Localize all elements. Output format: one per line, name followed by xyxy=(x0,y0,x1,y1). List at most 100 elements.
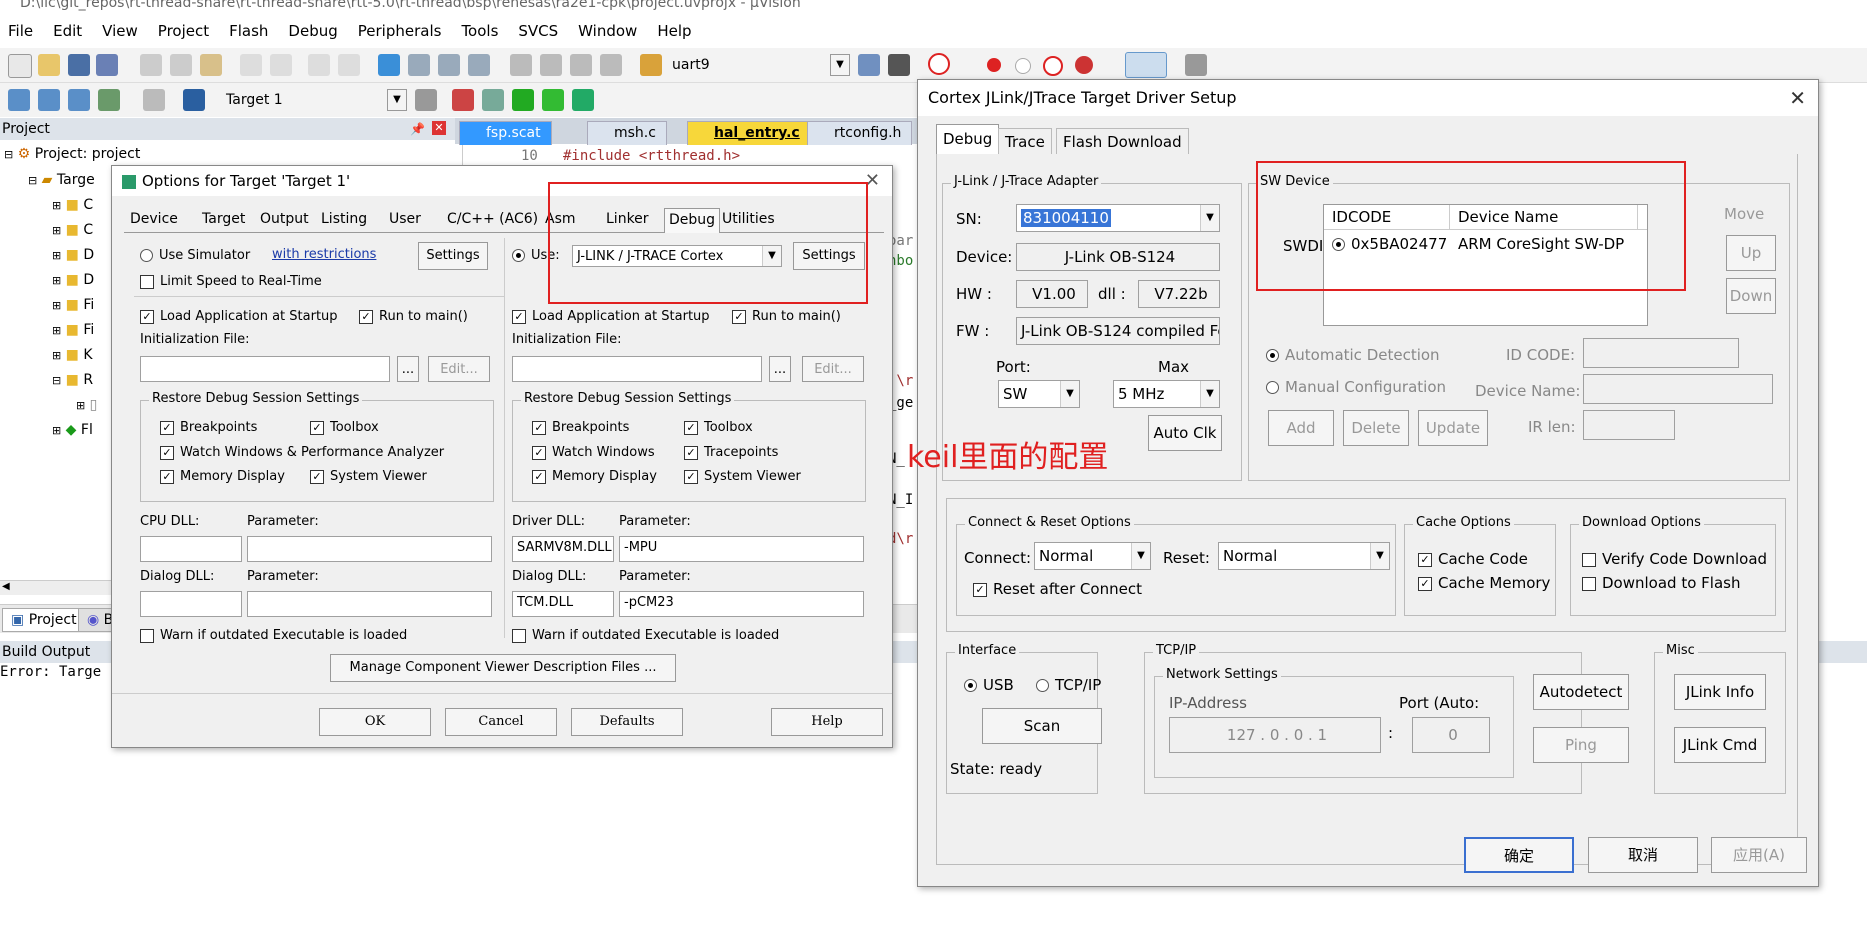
right-edit-button[interactable]: Edit... xyxy=(802,356,864,382)
cpu-dll-input[interactable] xyxy=(140,536,242,562)
wrench-icon[interactable] xyxy=(1185,54,1207,76)
pin-icon[interactable]: 📌 xyxy=(410,118,425,140)
window-layout-icon[interactable] xyxy=(1125,52,1167,78)
rebuild-icon[interactable] xyxy=(68,89,90,111)
tab-output[interactable]: Output xyxy=(260,211,309,227)
right-sysviewer-checkbox[interactable]: ✓ System Viewer xyxy=(684,469,801,484)
simulator-settings-button[interactable]: Settings xyxy=(418,242,488,270)
tab-cc-ac6[interactable]: C/C++ (AC6) xyxy=(447,211,538,227)
driver-param-input[interactable]: -MPU xyxy=(619,536,864,562)
comment-icon[interactable] xyxy=(570,54,592,76)
limit-speed-checkbox[interactable]: Limit Speed to Real-Time xyxy=(140,274,322,289)
tab-project[interactable]: ▣ Project xyxy=(2,608,86,632)
reset-select[interactable]: Normal ▼ xyxy=(1218,542,1390,570)
sn-select[interactable]: 831004110 ▼ xyxy=(1016,204,1220,232)
menu-file[interactable]: File xyxy=(8,22,33,40)
tab-rtconfig-h[interactable]: rtconfig.h xyxy=(807,121,913,145)
tab-fsp-scat[interactable]: fsp.scat xyxy=(459,121,552,145)
menu-view[interactable]: View xyxy=(102,22,138,40)
stop-build-icon[interactable] xyxy=(143,89,165,111)
id-code-input[interactable] xyxy=(1583,338,1739,368)
cpu-param-input[interactable] xyxy=(247,536,492,562)
save-icon[interactable] xyxy=(68,54,90,76)
move-down-button[interactable]: Down xyxy=(1726,278,1776,314)
file-extensions-icon[interactable] xyxy=(482,89,504,111)
scan-button[interactable]: Scan xyxy=(982,708,1102,744)
tree-group-item[interactable]: ⊞ ■ Fi xyxy=(52,322,94,338)
autodetect-button[interactable]: Autodetect xyxy=(1533,674,1629,710)
paste-icon[interactable] xyxy=(200,54,222,76)
breakpoint-disable-icon[interactable] xyxy=(1015,58,1031,74)
tab-hal-entry-c[interactable]: hal_entry.c xyxy=(687,121,811,145)
right-browse-button[interactable]: ... xyxy=(769,356,791,382)
tree-group-item[interactable]: ⊟ ■ R xyxy=(52,372,93,388)
jlink-cmd-button[interactable]: JLink Cmd xyxy=(1674,727,1766,763)
help-button[interactable]: Help xyxy=(771,708,883,736)
bookmark-prev-icon[interactable] xyxy=(408,54,430,76)
chevron-down-icon[interactable]: ▼ xyxy=(1370,543,1389,569)
restrictions-link[interactable]: with restrictions xyxy=(272,247,376,262)
tab-msh-c[interactable]: msh.c xyxy=(587,121,667,145)
menu-debug[interactable]: Debug xyxy=(288,22,337,40)
cache-memory-checkbox[interactable]: ✓ Cache Memory xyxy=(1418,574,1550,592)
right-tracepoints-checkbox[interactable]: ✓ Tracepoints xyxy=(684,445,778,460)
cancel-button[interactable]: 取消 xyxy=(1588,837,1698,873)
tab-listing[interactable]: Listing xyxy=(321,211,367,227)
tree-group-item[interactable]: ⊞ ■ Fi xyxy=(52,297,94,313)
bookmark-icon[interactable] xyxy=(378,54,400,76)
tab-device[interactable]: Device xyxy=(130,211,178,227)
tree-group-item[interactable]: ⊞ ■ D xyxy=(52,247,94,263)
save-all-icon[interactable] xyxy=(96,54,118,76)
verify-download-checkbox[interactable]: Verify Code Download xyxy=(1582,550,1767,568)
target-options-icon[interactable] xyxy=(415,89,437,111)
auto-clk-button[interactable]: Auto Clk xyxy=(1148,415,1222,451)
tab-trace[interactable]: Trace xyxy=(998,128,1052,155)
manage-component-viewer-button[interactable]: Manage Component Viewer Description File… xyxy=(330,654,676,682)
breakpoint-kill-icon[interactable] xyxy=(1043,56,1063,76)
ok-button[interactable]: OK xyxy=(319,708,431,736)
right-memory-checkbox[interactable]: ✓ Memory Display xyxy=(532,469,657,484)
right-init-file-input[interactable] xyxy=(512,356,762,382)
connect-select[interactable]: Normal ▼ xyxy=(1034,542,1151,570)
target-combo[interactable]: Target 1 ▼ xyxy=(222,89,407,111)
menu-tools[interactable]: Tools xyxy=(461,22,498,40)
chevron-down-icon[interactable]: ▼ xyxy=(830,54,850,76)
device-name-input[interactable] xyxy=(1583,374,1773,404)
manual-config-radio[interactable]: Manual Configuration xyxy=(1266,378,1446,396)
incremental-find-icon[interactable] xyxy=(888,54,910,76)
ir-len-input[interactable] xyxy=(1583,410,1675,440)
right-run-main-checkbox[interactable]: ✓ Run to main() xyxy=(732,309,841,324)
cache-code-checkbox[interactable]: ✓ Cache Code xyxy=(1418,550,1528,568)
tcpip-radio[interactable]: TCP/IP xyxy=(1036,676,1101,694)
right-warn-checkbox[interactable]: Warn if outdated Executable is loaded xyxy=(512,628,779,643)
search-combo[interactable]: uart9 ▼ xyxy=(668,54,850,76)
chevron-down-icon[interactable]: ▼ xyxy=(1131,543,1150,569)
left-memory-checkbox[interactable]: ✓ Memory Display xyxy=(160,469,285,484)
right-toolbox-checkbox[interactable]: ✓ Toolbox xyxy=(684,420,753,435)
left-run-main-checkbox[interactable]: ✓ Run to main() xyxy=(359,309,468,324)
ip-address-input[interactable]: 127 . 0 . 0 . 1 xyxy=(1169,717,1381,753)
bookmark-next-icon[interactable] xyxy=(438,54,460,76)
menu-flash[interactable]: Flash xyxy=(229,22,268,40)
unindent-icon[interactable] xyxy=(540,54,562,76)
update-device-button[interactable]: Update xyxy=(1418,410,1488,446)
auto-detect-radio[interactable]: Automatic Detection xyxy=(1266,346,1440,364)
tree-group-item[interactable]: ⊞ ■ K xyxy=(52,347,93,363)
download-load-icon[interactable] xyxy=(183,89,205,111)
left-warn-checkbox[interactable]: Warn if outdated Executable is loaded xyxy=(140,628,407,643)
menu-help[interactable]: Help xyxy=(657,22,691,40)
left-breakpoints-checkbox[interactable]: ✓ Breakpoints xyxy=(160,420,257,435)
menu-edit[interactable]: Edit xyxy=(53,22,82,40)
chevron-down-icon[interactable]: ▼ xyxy=(1060,381,1079,407)
reset-after-connect-checkbox[interactable]: ✓ Reset after Connect xyxy=(973,580,1142,598)
tree-group-item[interactable]: ⊞ ■ C xyxy=(52,197,93,213)
ok-button[interactable]: 确定 xyxy=(1464,837,1574,873)
left-sysviewer-checkbox[interactable]: ✓ System Viewer xyxy=(310,469,427,484)
chevron-down-icon[interactable]: ▼ xyxy=(1200,381,1219,407)
indent-icon[interactable] xyxy=(510,54,532,76)
left-browse-button[interactable]: ... xyxy=(397,356,419,382)
manage-project-icon[interactable] xyxy=(452,89,474,111)
manage-rte-icon[interactable] xyxy=(572,89,594,111)
port-select[interactable]: SW ▼ xyxy=(998,380,1080,408)
tree-group-item[interactable]: ⊞ ■ C xyxy=(52,222,93,238)
